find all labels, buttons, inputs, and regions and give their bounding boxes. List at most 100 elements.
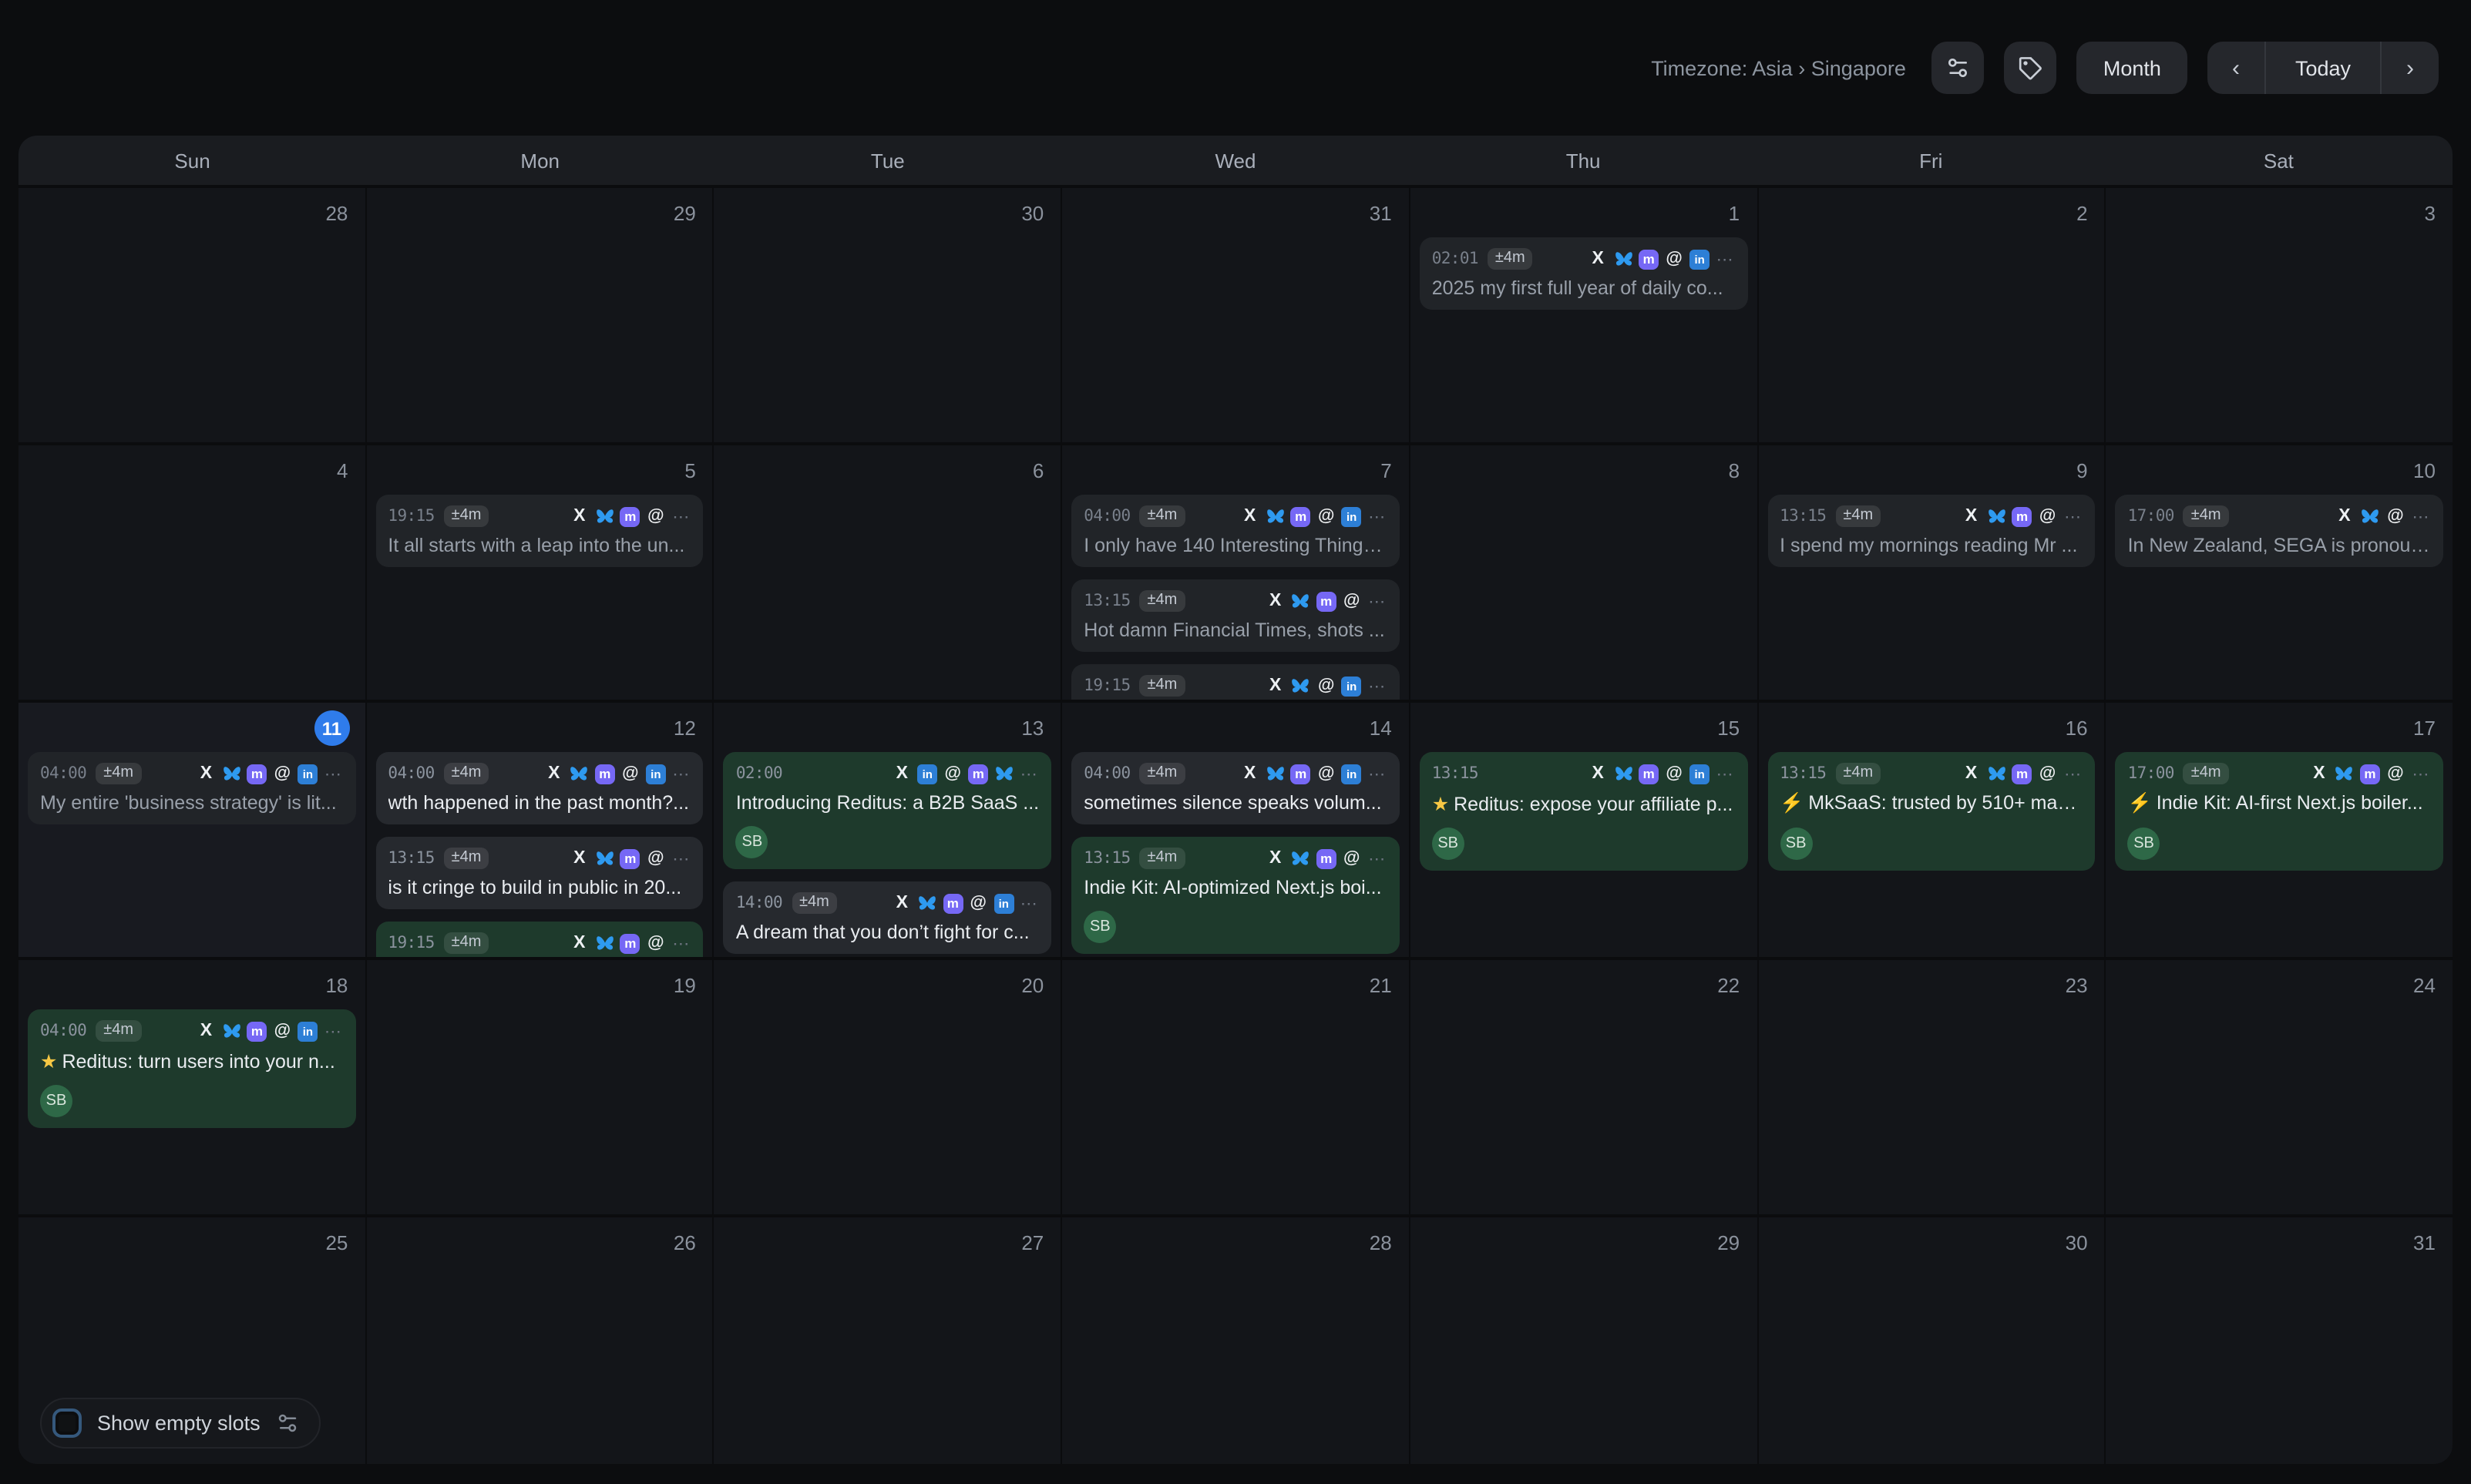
event-card[interactable]: 13:15±4mXm@⋯is it cringe to build in pub… xyxy=(375,837,703,909)
today-button[interactable]: Today xyxy=(2266,42,2380,94)
day-number-row: 20 xyxy=(724,960,1051,1006)
event-card[interactable]: 14:00±4mXm@in⋯A dream that you don’t fig… xyxy=(724,881,1051,954)
day-cell-29[interactable]: 29 xyxy=(366,188,712,442)
x-icon: X xyxy=(1240,764,1260,784)
day-cell-8[interactable]: 8 xyxy=(1410,445,1757,700)
day-cell-14[interactable]: 1404:00±4mXm@in⋯sometimes silence speaks… xyxy=(1062,703,1408,957)
day-cell-2[interactable]: 2 xyxy=(1758,188,2104,442)
day-number: 28 xyxy=(1370,1231,1392,1254)
event-header: 14:00±4mXm@in⋯ xyxy=(736,889,1039,917)
more-icon[interactable]: ⋯ xyxy=(1019,893,1039,913)
day-cell-1[interactable]: 102:01±4mXm@in⋯2025 my first full year o… xyxy=(1410,188,1757,442)
day-cell-19[interactable]: 19 xyxy=(366,960,712,1214)
more-icon[interactable]: ⋯ xyxy=(1367,591,1387,611)
day-cell-3[interactable]: 3 xyxy=(2106,188,2453,442)
day-cell-28[interactable]: 28 xyxy=(1062,1217,1408,1464)
more-icon[interactable]: ⋯ xyxy=(2411,764,2431,784)
event-card[interactable]: 04:00±4mXm@in⋯I only have 140 Interestin… xyxy=(1071,495,1399,567)
more-icon[interactable]: ⋯ xyxy=(1367,764,1387,784)
day-cell-26[interactable]: 26 xyxy=(366,1217,712,1464)
day-cell-24[interactable]: 24 xyxy=(2106,960,2453,1214)
more-icon[interactable]: ⋯ xyxy=(1715,249,1735,269)
more-icon[interactable]: ⋯ xyxy=(1715,764,1735,784)
more-icon[interactable]: ⋯ xyxy=(1367,848,1387,868)
bluesky-icon xyxy=(2360,506,2380,526)
more-icon[interactable]: ⋯ xyxy=(323,764,343,784)
day-cell-17[interactable]: 1717:00±4mXm@⋯⚡Indie Kit: AI-first Next.… xyxy=(2106,703,2453,957)
slots-settings-icon[interactable] xyxy=(276,1412,299,1435)
calendar-grid: 28293031102:01±4mXm@in⋯2025 my first ful… xyxy=(18,188,2453,1464)
event-card[interactable]: 04:00±4mXm@in⋯wth happened in the past m… xyxy=(375,752,703,824)
day-cell-15[interactable]: 1513:15Xm@in⋯★Reditus: expose your affil… xyxy=(1410,703,1757,957)
day-cell-22[interactable]: 22 xyxy=(1410,960,1757,1214)
toolbar: Timezone: Asia › Singapore Month ‹ Today… xyxy=(0,0,2471,136)
event-card[interactable]: 02:00Xin@m⋯Introducing Reditus: a B2B Sa… xyxy=(724,752,1051,869)
day-cell-30[interactable]: 30 xyxy=(1758,1217,2104,1464)
event-card[interactable]: 13:15±4mXm@⋯I spend my mornings reading … xyxy=(1767,495,2095,567)
day-cell-6[interactable]: 6 xyxy=(714,445,1061,700)
event-card[interactable]: 13:15Xm@in⋯★Reditus: expose your affilia… xyxy=(1420,752,1747,871)
prev-period-button[interactable]: ‹ xyxy=(2207,42,2264,94)
more-icon[interactable]: ⋯ xyxy=(671,848,691,868)
more-icon[interactable]: ⋯ xyxy=(1367,676,1387,696)
event-card[interactable]: 19:15±4mX@in⋯“Listen to music or sports … xyxy=(1071,664,1399,700)
event-card[interactable]: 04:00±4mXm@in⋯★Reditus: turn users into … xyxy=(28,1009,355,1128)
day-cell-12[interactable]: 1204:00±4mXm@in⋯wth happened in the past… xyxy=(366,703,712,957)
day-cell-7[interactable]: 704:00±4mXm@in⋯I only have 140 Interesti… xyxy=(1062,445,1408,700)
day-cell-20[interactable]: 20 xyxy=(714,960,1061,1214)
view-month-button[interactable]: Month xyxy=(2077,42,2187,94)
next-period-button[interactable]: › xyxy=(2382,42,2439,94)
day-cell-13[interactable]: 1302:00Xin@m⋯Introducing Reditus: a B2B … xyxy=(714,703,1061,957)
event-card[interactable]: 13:15±4mXm@⋯⚡MkSaaS: trusted by 510+ mak… xyxy=(1767,752,2095,871)
more-icon[interactable]: ⋯ xyxy=(671,933,691,953)
day-cell-5[interactable]: 519:15±4mXm@⋯It all starts with a leap i… xyxy=(366,445,712,700)
event-card[interactable]: 13:15±4mXm@⋯Indie Kit: AI-optimized Next… xyxy=(1071,837,1399,954)
events-list: 04:00±4mXm@in⋯wth happened in the past m… xyxy=(375,752,703,957)
event-card[interactable]: 17:00±4mXm@⋯⚡Indie Kit: AI-first Next.js… xyxy=(2116,752,2443,871)
platform-icons: Xm@⋯ xyxy=(1962,506,2083,526)
day-cell-18[interactable]: 1804:00±4mXm@in⋯★Reditus: turn users int… xyxy=(18,960,365,1214)
event-header: 02:00Xin@m⋯ xyxy=(736,760,1039,787)
event-card[interactable]: 13:15±4mXm@⋯Hot damn Financial Times, sh… xyxy=(1071,579,1399,652)
day-cell-31[interactable]: 31 xyxy=(1062,188,1408,442)
tag-filter-button[interactable] xyxy=(2005,42,2057,94)
event-title: I spend my mornings reading Mr ... xyxy=(1780,535,2083,556)
day-cell-11[interactable]: 1104:00±4mXm@in⋯My entire 'business stra… xyxy=(18,703,365,957)
day-cell-29[interactable]: 29 xyxy=(1410,1217,1757,1464)
mastodon-icon: m xyxy=(1291,506,1311,526)
event-card[interactable]: 04:00±4mXm@in⋯sometimes silence speaks v… xyxy=(1071,752,1399,824)
more-icon[interactable]: ⋯ xyxy=(671,506,691,526)
more-icon[interactable]: ⋯ xyxy=(2063,506,2083,526)
day-cell-31[interactable]: 31 xyxy=(2106,1217,2453,1464)
show-empty-slots-control[interactable]: Show empty slots xyxy=(40,1398,321,1449)
event-card[interactable]: 04:00±4mXm@in⋯My entire 'business strate… xyxy=(28,752,355,824)
day-cell-30[interactable]: 30 xyxy=(714,188,1061,442)
more-icon[interactable]: ⋯ xyxy=(671,764,691,784)
star-emoji: ★ xyxy=(40,1051,57,1073)
event-card[interactable]: 02:01±4mXm@in⋯2025 my first full year of… xyxy=(1420,237,1747,310)
more-icon[interactable]: ⋯ xyxy=(2411,506,2431,526)
threads-icon: @ xyxy=(646,933,666,953)
show-empty-slots-checkbox[interactable] xyxy=(52,1408,82,1438)
more-icon[interactable]: ⋯ xyxy=(1367,506,1387,526)
filter-settings-button[interactable] xyxy=(1932,42,1985,94)
account-avatar: SB xyxy=(40,1085,72,1117)
more-icon[interactable]: ⋯ xyxy=(1019,764,1039,784)
day-cell-23[interactable]: 23 xyxy=(1758,960,2104,1214)
day-cell-10[interactable]: 1017:00±4mX@⋯In New Zealand, SEGA is pro… xyxy=(2106,445,2453,700)
day-cell-27[interactable]: 27 xyxy=(714,1217,1061,1464)
day-cell-28[interactable]: 28 xyxy=(18,188,365,442)
day-cell-21[interactable]: 21 xyxy=(1062,960,1408,1214)
event-card[interactable]: 19:15±4mXm@⋯It all starts with a leap in… xyxy=(375,495,703,567)
day-cell-16[interactable]: 1613:15±4mXm@⋯⚡MkSaaS: trusted by 510+ m… xyxy=(1758,703,2104,957)
more-icon[interactable]: ⋯ xyxy=(2063,764,2083,784)
event-card[interactable]: 17:00±4mX@⋯In New Zealand, SEGA is prono… xyxy=(2116,495,2443,567)
day-cell-4[interactable]: 4 xyxy=(18,445,365,700)
day-number: 26 xyxy=(674,1231,696,1254)
more-icon[interactable]: ⋯ xyxy=(323,1021,343,1041)
x-icon: X xyxy=(2335,506,2355,526)
day-number: 4 xyxy=(337,458,348,482)
day-cell-9[interactable]: 913:15±4mXm@⋯I spend my mornings reading… xyxy=(1758,445,2104,700)
event-card[interactable]: 19:15±4mXm@⋯Introducing MkSaaS: complete… xyxy=(375,922,703,957)
time-offset-badge: ±4m xyxy=(1140,763,1185,784)
